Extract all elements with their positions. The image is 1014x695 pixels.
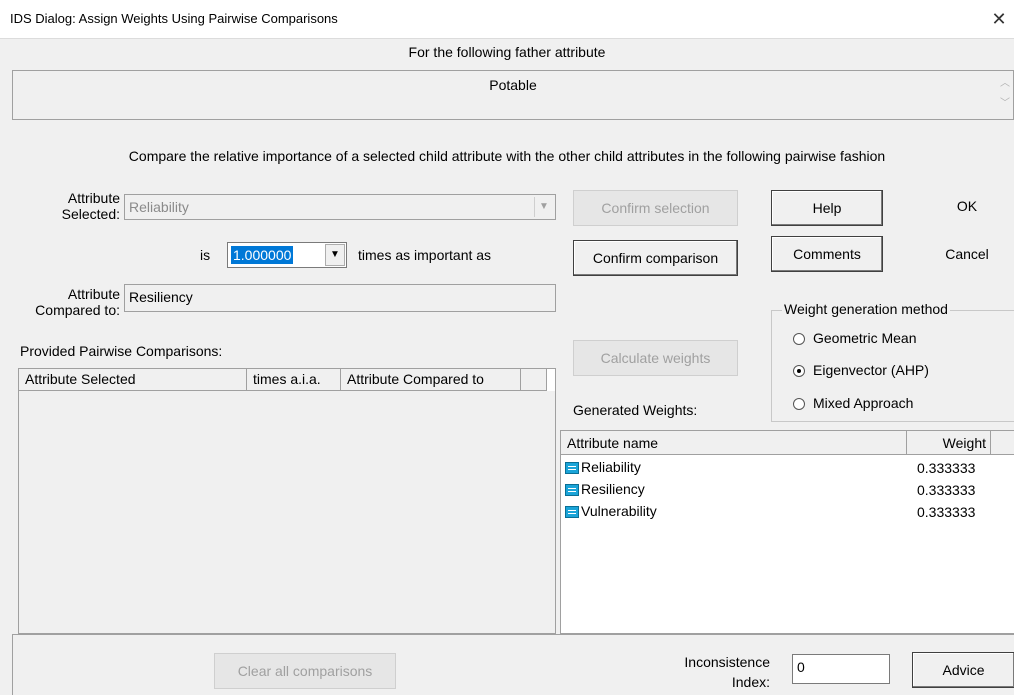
- attribute-icon: [565, 484, 579, 497]
- inconsistence-index-label: Inconsistence Index:: [684, 654, 770, 690]
- radio-label: Geometric Mean: [813, 330, 917, 346]
- radio-mixed-approach[interactable]: Mixed Approach: [793, 395, 913, 411]
- confirm-comparison-button[interactable]: Confirm comparison: [573, 240, 738, 276]
- list-item[interactable]: Vulnerability 0.333333: [565, 503, 1005, 523]
- radio-selected-icon[interactable]: [793, 365, 805, 378]
- attribute-weight: 0.333333: [917, 482, 976, 498]
- inconsistence-index-field: 0: [792, 654, 890, 684]
- comments-button[interactable]: Comments: [771, 236, 883, 272]
- generated-weights-caption: Generated Weights:: [573, 402, 698, 418]
- clear-all-comparisons-button[interactable]: Clear all comparisons: [214, 653, 396, 689]
- inconsistence-index-value: 0: [797, 659, 805, 675]
- calculate-weights-button[interactable]: Calculate weights: [573, 340, 738, 376]
- column-header-attribute-compared[interactable]: Attribute Compared to: [341, 369, 521, 391]
- father-attribute-box: Potable ︿ ﹀: [12, 70, 1014, 120]
- attribute-name: Vulnerability: [581, 503, 657, 519]
- scroll-down-icon[interactable]: ﹀: [997, 97, 1013, 111]
- scroll-up-icon[interactable]: ︿: [997, 77, 1013, 91]
- attribute-name: Reliability: [581, 459, 641, 475]
- confirm-selection-button[interactable]: Confirm selection: [573, 190, 738, 226]
- radio-eigenvector[interactable]: Eigenvector (AHP): [793, 362, 929, 378]
- column-header-attribute-selected[interactable]: Attribute Selected: [19, 369, 247, 391]
- father-caption: For the following father attribute: [408, 44, 606, 60]
- chevron-down-icon[interactable]: ▼: [534, 197, 553, 217]
- radio-geometric-mean[interactable]: Geometric Mean: [793, 330, 916, 346]
- column-header-attribute-name[interactable]: Attribute name: [561, 431, 907, 455]
- pairwise-caption: Provided Pairwise Comparisons:: [20, 343, 223, 359]
- radio-label: Mixed Approach: [813, 395, 914, 411]
- pairwise-list-body: [19, 391, 555, 633]
- attribute-selected-label: Attribute Selected:: [61, 190, 120, 222]
- chevron-down-icon[interactable]: ▼: [325, 244, 345, 266]
- is-label: is: [200, 247, 211, 263]
- column-header-empty: [521, 369, 547, 391]
- weights-list[interactable]: Attribute name Weight Reliability 0.3333…: [560, 430, 1014, 634]
- importance-value[interactable]: 1.000000: [231, 246, 294, 264]
- attribute-name: Resiliency: [581, 481, 645, 497]
- help-button[interactable]: Help: [771, 190, 883, 226]
- instructions-text: Compare the relative importance of a sel…: [128, 148, 886, 164]
- times-as-important-label: times as important as: [358, 247, 492, 263]
- father-attribute-value: Potable: [489, 77, 537, 93]
- advice-button[interactable]: Advice: [912, 652, 1014, 688]
- ok-button[interactable]: OK: [917, 198, 1014, 214]
- list-item[interactable]: Reliability 0.333333: [565, 459, 1005, 479]
- column-header-times[interactable]: times a.i.a.: [247, 369, 341, 391]
- list-item[interactable]: Resiliency 0.333333: [565, 481, 1005, 501]
- radio-icon[interactable]: [793, 333, 805, 346]
- weight-method-legend: Weight generation method: [782, 301, 950, 317]
- attribute-weight: 0.333333: [917, 460, 976, 476]
- father-scrollbar[interactable]: ︿ ﹀: [997, 71, 1013, 119]
- attribute-compared-value: Resiliency: [129, 289, 193, 305]
- pairwise-list[interactable]: Attribute Selected times a.i.a. Attribut…: [18, 368, 556, 634]
- attribute-weight: 0.333333: [917, 504, 976, 520]
- close-icon[interactable]: ✕: [984, 4, 1014, 34]
- title-bar: IDS Dialog: Assign Weights Using Pairwis…: [0, 0, 1014, 39]
- cancel-button[interactable]: Cancel: [917, 246, 1014, 262]
- radio-label: Eigenvector (AHP): [813, 362, 929, 378]
- window-title: IDS Dialog: Assign Weights Using Pairwis…: [10, 11, 338, 26]
- column-header-weight[interactable]: Weight: [907, 431, 991, 455]
- importance-combo[interactable]: 1.000000 ▼: [227, 242, 347, 268]
- attribute-compared-field: Resiliency: [124, 284, 556, 312]
- radio-icon[interactable]: [793, 398, 805, 411]
- attribute-icon: [565, 462, 579, 475]
- attribute-icon: [565, 506, 579, 519]
- attribute-compared-label: Attribute Compared to:: [35, 286, 120, 318]
- attribute-selected-value: Reliability: [129, 199, 189, 215]
- column-header-empty: [991, 431, 1014, 455]
- attribute-selected-dropdown[interactable]: Reliability ▼: [124, 194, 556, 220]
